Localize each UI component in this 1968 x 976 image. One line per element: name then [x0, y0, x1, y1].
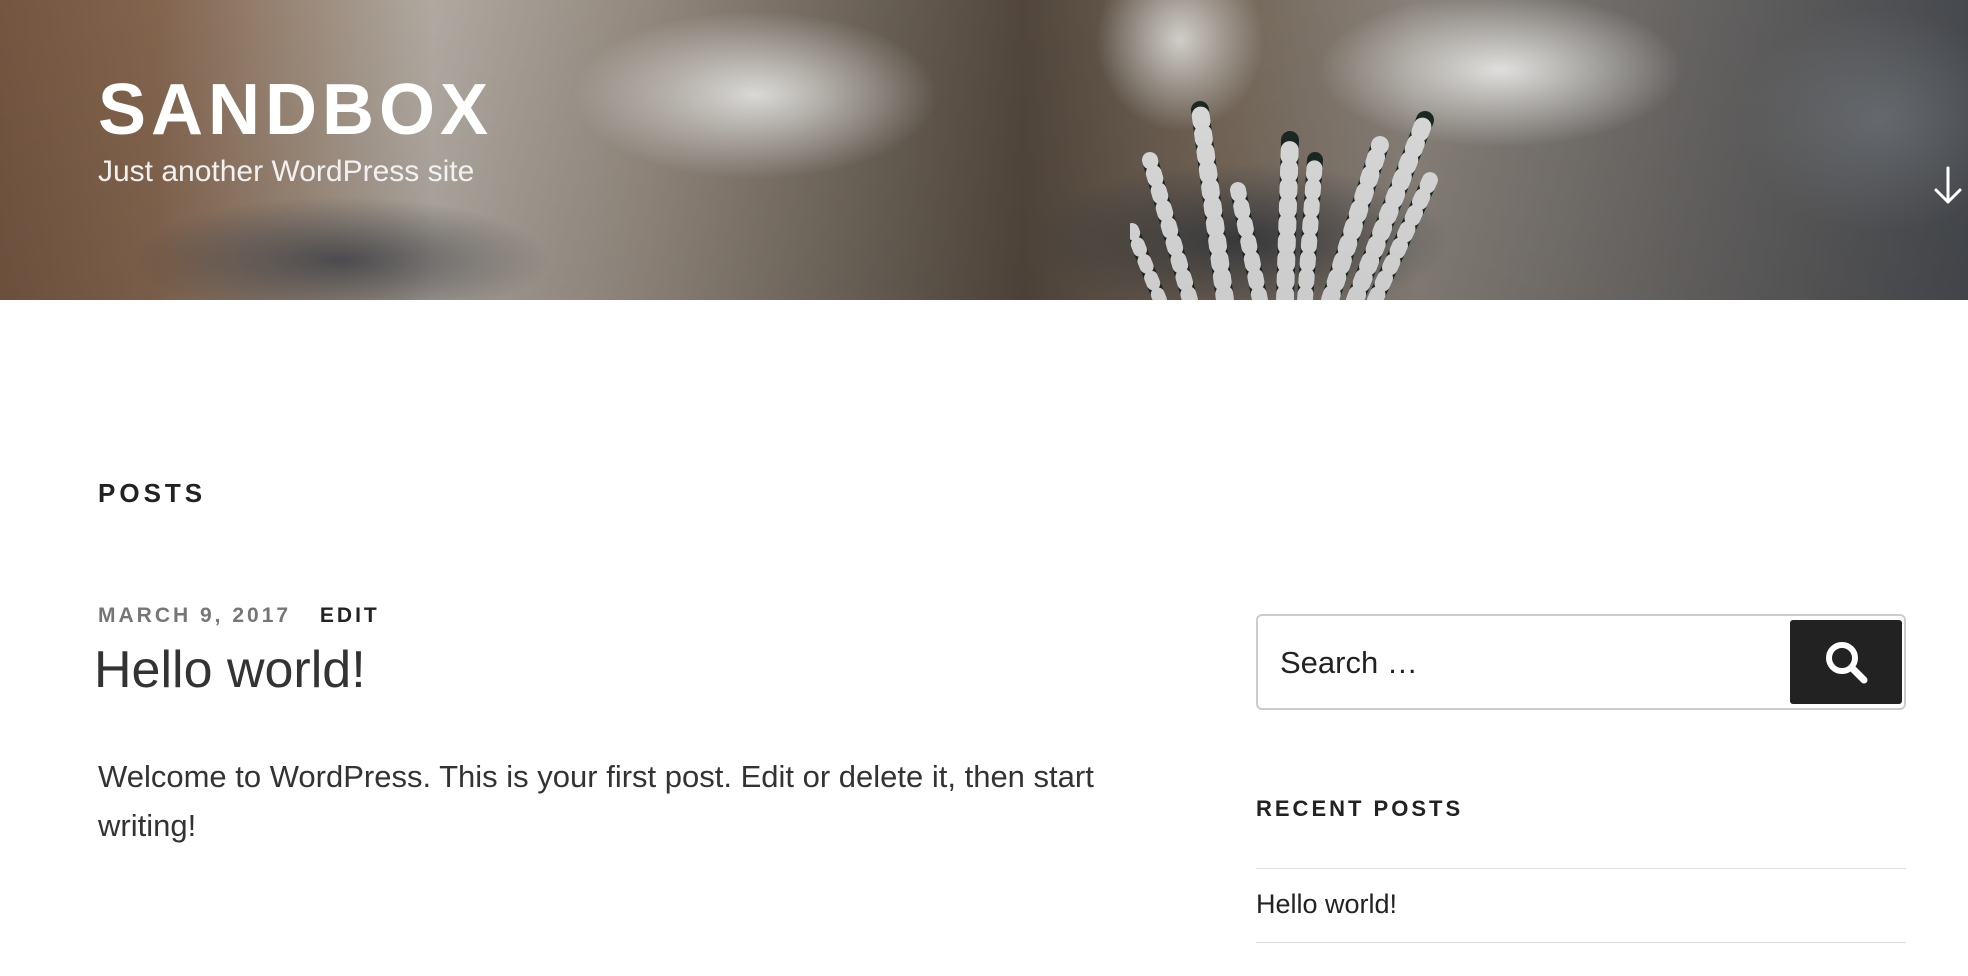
recent-posts-list: Hello world!	[1256, 868, 1906, 943]
page-title: POSTS	[98, 478, 207, 508]
recent-posts-title: RECENT POSTS	[1256, 796, 1464, 821]
post-excerpt: Welcome to WordPress. This is your first…	[98, 759, 1094, 843]
scroll-down-button[interactable]	[1930, 164, 1966, 208]
entry-meta: MARCH 9, 2017 EDIT	[98, 604, 380, 628]
list-item: Hello world!	[1256, 869, 1906, 943]
recent-post-link[interactable]: Hello world!	[1256, 889, 1397, 919]
search-icon	[1826, 642, 1868, 684]
site-description: Just another WordPress site	[98, 155, 475, 188]
site-header: SANDBOX Just another WordPress site	[0, 0, 1968, 300]
search-form	[1256, 614, 1906, 710]
site-branding: SANDBOX Just another WordPress site	[98, 70, 493, 190]
arrow-down-icon	[1934, 166, 1962, 204]
search-submit-button[interactable]	[1790, 620, 1902, 704]
post-title-link[interactable]: Hello world!	[94, 638, 366, 702]
search-input[interactable]	[1280, 642, 1760, 684]
site-title[interactable]: SANDBOX	[98, 70, 493, 150]
edit-post-link[interactable]: EDIT	[320, 604, 380, 627]
post-date-link[interactable]: MARCH 9, 2017	[98, 604, 291, 627]
